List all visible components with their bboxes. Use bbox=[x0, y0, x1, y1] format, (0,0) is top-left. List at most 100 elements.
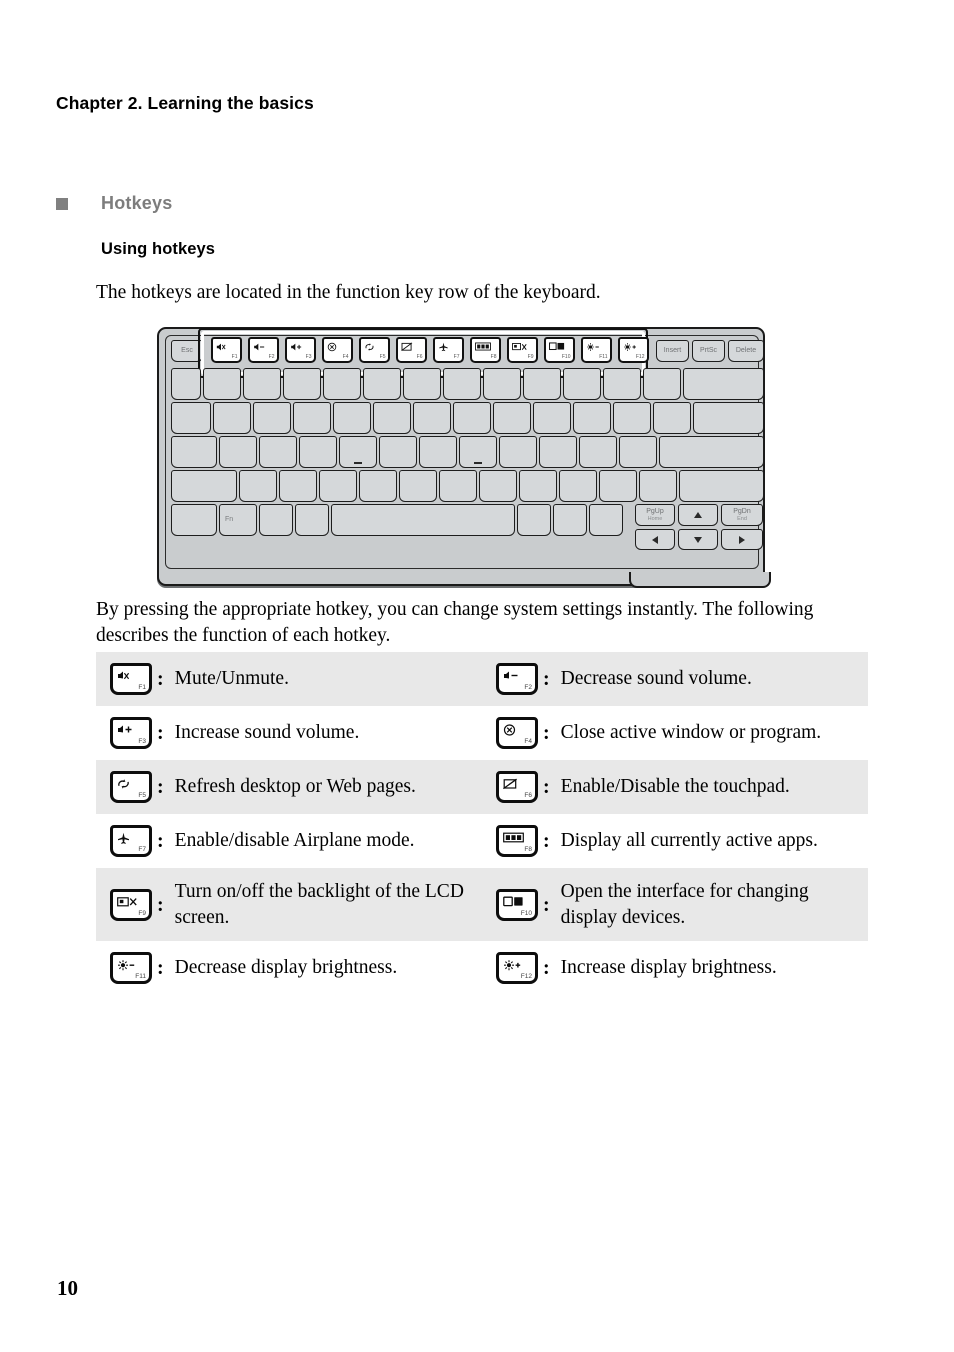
key-fn-label: Fn bbox=[225, 516, 234, 524]
active-apps-icon bbox=[503, 832, 524, 843]
key-row1-9 bbox=[483, 368, 521, 400]
key-row1-8 bbox=[443, 368, 481, 400]
hotkey-description: Enable/Disable the touchpad. bbox=[560, 776, 790, 798]
refresh-icon bbox=[117, 778, 130, 790]
hotkey-description: Close active window or program. bbox=[560, 722, 822, 744]
table-row: F1 : Mute/Unmute. F2: Decrease sound vo… bbox=[96, 652, 868, 706]
keycap-number: F9 bbox=[138, 909, 146, 917]
separator-colon: : bbox=[543, 668, 550, 690]
key-row2-8 bbox=[453, 402, 491, 434]
fn-key-f10: F10 bbox=[544, 337, 575, 363]
separator-colon: : bbox=[543, 893, 550, 916]
volume-up-icon bbox=[117, 724, 134, 736]
fn-key-f6: F6 bbox=[396, 337, 427, 363]
hotkey-description: Decrease display brightness. bbox=[174, 957, 398, 979]
fn-key-f9: F9 bbox=[507, 337, 538, 363]
key-row3-9 bbox=[499, 436, 537, 468]
separator-colon: : bbox=[157, 830, 164, 852]
key-row5-altgr bbox=[517, 504, 551, 536]
key-pgup-label: PgUp Home bbox=[636, 508, 674, 522]
key-row1-6 bbox=[363, 368, 401, 400]
table-row: F9 : Turn on/off the backlight of the LC… bbox=[96, 868, 868, 941]
close-window-icon bbox=[503, 724, 516, 737]
key-row1-3 bbox=[243, 368, 281, 400]
hotkey-description: Decrease sound volume. bbox=[560, 668, 752, 690]
table-row: F11 : Decrease display brightness. F12:… bbox=[96, 941, 868, 995]
key-insert: Insert bbox=[656, 340, 689, 362]
hotkey-keycap-f3: F3 bbox=[96, 717, 152, 749]
table-cell-right: F2 : Decrease sound volume. bbox=[482, 652, 868, 706]
hotkey-keycap-f6: F6 bbox=[482, 771, 538, 803]
display-devices-icon bbox=[549, 342, 565, 354]
key-row4-7 bbox=[439, 470, 477, 502]
up-arrow-icon bbox=[694, 512, 702, 518]
key-row3-5-home-f bbox=[339, 436, 377, 468]
separator-colon: : bbox=[157, 668, 164, 690]
hotkey-keycap-f10: F10 bbox=[482, 888, 538, 921]
fn-key-f4-number: F4 bbox=[342, 354, 349, 360]
key-row3-2 bbox=[219, 436, 257, 468]
key-pgdn-main: PgDn bbox=[733, 508, 751, 516]
table-cell-left: F3 : Increase sound volume. bbox=[96, 706, 482, 760]
key-row1-12 bbox=[603, 368, 641, 400]
key-row2-3 bbox=[253, 402, 291, 434]
page-number: 10 bbox=[57, 1276, 78, 1300]
hotkey-description: Turn on/off the backlight of the LCD scr… bbox=[174, 881, 464, 928]
separator-colon: : bbox=[157, 776, 164, 798]
section-title: Hotkeys bbox=[101, 193, 173, 213]
key-row4-5 bbox=[359, 470, 397, 502]
key-esc-label: Esc bbox=[181, 347, 193, 355]
separator-colon: : bbox=[543, 830, 550, 852]
square-bullet-icon bbox=[56, 197, 68, 210]
mute-icon bbox=[216, 342, 226, 355]
key-arrow-left bbox=[635, 529, 675, 550]
key-row4-8 bbox=[479, 470, 517, 502]
fn-key-f3-number: F3 bbox=[305, 354, 312, 360]
left-arrow-icon bbox=[652, 535, 658, 544]
hotkey-description: Increase sound volume. bbox=[174, 722, 360, 744]
active-apps-icon bbox=[475, 342, 491, 354]
key-row2-11 bbox=[573, 402, 611, 434]
key-row4-10 bbox=[559, 470, 597, 502]
table-cell-left: F1 : Mute/Unmute. bbox=[96, 652, 482, 706]
key-insert-label: Insert bbox=[663, 347, 682, 355]
fn-key-f11: F11 bbox=[581, 337, 612, 363]
intro-paragraph: The hotkeys are located in the function … bbox=[96, 282, 601, 303]
hotkey-description: Open the interface for changing display … bbox=[560, 881, 809, 928]
hotkey-keycap-f12: F12 bbox=[482, 952, 538, 984]
key-row4-4 bbox=[319, 470, 357, 502]
fn-key-f12-number: F12 bbox=[635, 354, 645, 360]
fn-key-f2-number: F2 bbox=[268, 354, 275, 360]
fn-key-f5-number: F5 bbox=[379, 354, 386, 360]
key-row3-3 bbox=[259, 436, 297, 468]
hotkey-keycap-f11: F11 bbox=[96, 952, 152, 984]
table-cell-right: F6 : Enable/Disable the touchpad. bbox=[482, 760, 868, 814]
hotkey-description: Refresh desktop or Web pages. bbox=[174, 776, 416, 798]
fn-key-f5: F5 bbox=[359, 337, 390, 363]
table-row: F5 : Refresh desktop or Web pages. F6: … bbox=[96, 760, 868, 814]
key-pgup-home: PgUp Home bbox=[635, 504, 675, 526]
key-delete: Delete bbox=[728, 340, 764, 362]
key-prtsc-label: PrtSc bbox=[699, 347, 718, 355]
hotkey-keycap-f5: F5 bbox=[96, 771, 152, 803]
down-arrow-icon bbox=[694, 536, 702, 543]
key-row2-12 bbox=[613, 402, 651, 434]
table-cell-left: F7 : Enable/disable Airplane mode. bbox=[96, 814, 482, 868]
fn-key-f6-number: F6 bbox=[416, 354, 423, 360]
key-prtsc: PrtSc bbox=[692, 340, 725, 362]
table-cell-left: F11 : Decrease display brightness. bbox=[96, 941, 482, 995]
key-row4-2 bbox=[239, 470, 277, 502]
key-row2-5 bbox=[333, 402, 371, 434]
key-pgdn-label: PgDn End bbox=[722, 508, 762, 522]
hotkey-keycap-f2: F2 bbox=[482, 663, 538, 695]
fn-key-f11-number: F11 bbox=[599, 354, 608, 360]
key-row1-10 bbox=[523, 368, 561, 400]
keycap-number: F1 bbox=[138, 684, 146, 691]
key-end-sub: End bbox=[737, 515, 747, 522]
key-row4-lshift bbox=[171, 470, 237, 502]
key-row3-7 bbox=[419, 436, 457, 468]
separator-colon: : bbox=[157, 893, 164, 916]
keycap-number: F3 bbox=[138, 738, 146, 745]
fn-key-f2: F2 bbox=[248, 337, 279, 363]
key-arrow-down bbox=[678, 529, 718, 550]
